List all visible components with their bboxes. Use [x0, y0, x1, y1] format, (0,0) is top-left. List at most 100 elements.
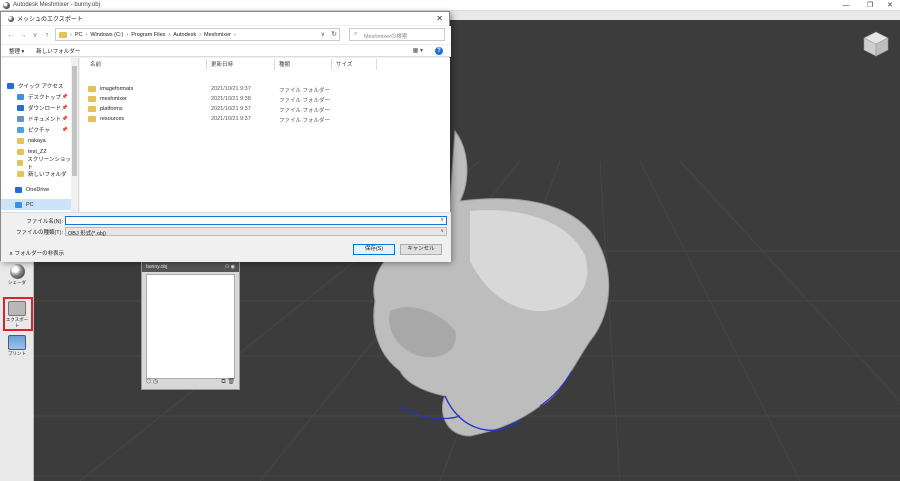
crumb-autodesk[interactable]: Autodesk [173, 32, 196, 38]
nav-scroll-thumb[interactable] [72, 66, 77, 176]
filename-dropdown-icon[interactable]: ∨ [440, 217, 444, 223]
pin-icon[interactable]: 📌 [62, 116, 68, 122]
crumb-separator: › [85, 31, 88, 38]
file-date: 2021/10/21 9:37 [211, 106, 251, 112]
column-divider[interactable] [331, 59, 332, 70]
nav-item[interactable]: クイック アクセス [1, 80, 71, 91]
folder-icon [17, 159, 24, 166]
export-highlight-box [3, 297, 33, 331]
cancel-button[interactable]: キャンセル [400, 244, 442, 255]
column-divider[interactable] [206, 59, 207, 70]
crumb-meshmixer[interactable]: Meshmixer [204, 32, 231, 38]
crumb-pc[interactable]: PC [75, 32, 83, 38]
folder-icon [17, 170, 24, 177]
pin-icon[interactable]: 📌 [62, 105, 68, 111]
folder-icon [88, 96, 96, 102]
crumb-separator: › [199, 31, 202, 38]
nav-item-label: クイック アクセス [18, 83, 64, 90]
folder-icon [17, 137, 24, 144]
filetype-select[interactable]: OBJ 形式(*.obj) ∨ [65, 227, 447, 237]
pin-icon[interactable]: 📌 [62, 94, 68, 100]
pin-icon[interactable]: 📌 [62, 127, 68, 133]
file-row[interactable]: imageformats 2021/10/21 9:37 ファイル フォルダー [80, 84, 450, 94]
recent-locations-button[interactable]: ∨ [29, 31, 41, 39]
nav-item[interactable]: OneDrive [1, 184, 71, 195]
file-row[interactable]: platforms 2021/10/21 9:37 ファイル フォルダー [80, 104, 450, 114]
file-row[interactable]: meshmixer 2021/10/21 9:38 ファイル フォルダー [80, 94, 450, 104]
desktop-icon [17, 93, 24, 100]
search-icon: ⌕ [354, 31, 358, 37]
nav-item[interactable]: ダウンロード 📌 [1, 102, 71, 113]
crumb-windows-c[interactable]: Windows (C:) [90, 32, 123, 38]
organize-button[interactable]: 整理 ▾ [9, 47, 24, 55]
filetype-dropdown-icon[interactable]: ∨ [440, 228, 444, 234]
hide-folders-toggle[interactable]: ∧ フォルダーの非表示 [9, 249, 64, 257]
nav-item-label: ドキュメント [28, 116, 62, 123]
up-folder-button[interactable]: ↑ [41, 32, 53, 39]
back-button[interactable]: ← [5, 32, 17, 39]
file-row[interactable]: resources 2021/10/21 9:37 ファイル フォルダー [80, 114, 450, 124]
nav-item[interactable]: デスクトップ 📌 [1, 91, 71, 102]
dialog-title: メッシュのエクスポート [17, 17, 83, 23]
filename-input[interactable]: ∨ [65, 216, 447, 225]
column-name[interactable]: 名前 [90, 60, 101, 68]
print-icon [8, 335, 26, 350]
file-type: ファイル フォルダー [279, 88, 331, 94]
object-browser-footer: ⬡ ◷ ⧉ 🗑 [146, 378, 235, 388]
new-folder-button[interactable]: 新しいフォルダー [36, 47, 80, 55]
column-type[interactable]: 種類 [279, 60, 290, 68]
filename-label: ファイル名(N): [26, 219, 63, 225]
app-close-button[interactable]: ✕ [880, 0, 900, 11]
address-dropdown-icon[interactable]: ∨ [321, 31, 325, 38]
nav-item[interactable]: nakaya [1, 135, 71, 146]
column-divider[interactable] [376, 59, 377, 70]
hide-folders-label: フォルダーの非表示 [14, 251, 65, 257]
address-bar[interactable]: › PC › Windows (C:) › Program Files › Au… [55, 28, 340, 41]
tool-shader[interactable]: シェーダ [4, 262, 30, 290]
export-mesh-dialog: メッシュのエクスポート ✕ ← → ∨ ↑ › PC › Windows (C:… [0, 11, 451, 262]
object-row[interactable]: bunny.obj ⚇ ◉ [142, 261, 239, 272]
crumb-separator: › [126, 31, 129, 38]
nav-item[interactable]: ドキュメント 📌 [1, 113, 71, 124]
file-date: 2021/10/21 9:37 [211, 116, 251, 122]
nav-item-label: ダウンロード [28, 105, 62, 112]
cloud-icon [15, 186, 22, 193]
meshmixer-logo-icon [8, 15, 14, 22]
dialog-close-button[interactable]: ✕ [436, 14, 443, 23]
file-type: ファイル フォルダー [279, 98, 331, 104]
dialog-bottom: ファイル名(N): ∨ ファイルの種類(T): OBJ 形式(*.obj) ∨ … [1, 212, 451, 262]
tool-label: シェーダ [8, 280, 26, 285]
search-input[interactable]: ⌕ Meshmixerの検索 [349, 28, 445, 41]
nav-scrollbar[interactable] [71, 58, 78, 212]
duplicate-delete-icon[interactable]: ⧉ 🗑 [221, 378, 235, 388]
column-date[interactable]: 更新日時 [211, 60, 233, 68]
object-browser-panel: bunny.obj ⚇ ◉ ⬡ ◷ ⧉ 🗑 [141, 260, 240, 390]
crumb-program-files[interactable]: Program Files [131, 32, 165, 38]
refresh-icon[interactable]: ↻ [331, 30, 337, 38]
minimize-button[interactable]: — [836, 0, 856, 11]
nav-item[interactable]: PC [1, 199, 71, 210]
forward-button[interactable]: → [17, 32, 29, 39]
crumb-separator: › [70, 31, 72, 38]
view-options-button[interactable]: ▦ ▾ [413, 47, 423, 54]
filetype-value: OBJ 形式(*.obj) [68, 231, 106, 237]
column-divider[interactable] [274, 59, 275, 70]
file-date: 2021/10/21 9:38 [211, 96, 251, 102]
folder-icon [59, 31, 67, 38]
tool-print[interactable]: プリント [4, 333, 30, 361]
app-titlebar: Autodesk Meshmixer - bunny.obj — ❐ ✕ [0, 0, 900, 11]
file-name: imageformats [100, 86, 134, 92]
column-size[interactable]: サイズ [336, 60, 352, 68]
nav-item[interactable]: test_ZZ [1, 146, 71, 157]
restore-button[interactable]: ❐ [860, 0, 880, 11]
command-bar: 整理 ▾ 新しいフォルダー ▦ ▾ ? [1, 44, 451, 57]
view-cube-icon[interactable] [862, 30, 890, 58]
save-button[interactable]: 保存(S) [353, 244, 395, 255]
nav-item[interactable]: スクリーンショット [1, 157, 71, 171]
visibility-eye-icon[interactable]: ⚇ ◉ [225, 264, 235, 270]
nav-item[interactable]: ピクチャ 📌 [1, 124, 71, 135]
object-tools-icon[interactable]: ⬡ ◷ [146, 378, 158, 388]
download-icon [17, 104, 24, 111]
help-icon[interactable]: ? [435, 47, 443, 55]
file-date: 2021/10/21 9:37 [211, 86, 251, 92]
